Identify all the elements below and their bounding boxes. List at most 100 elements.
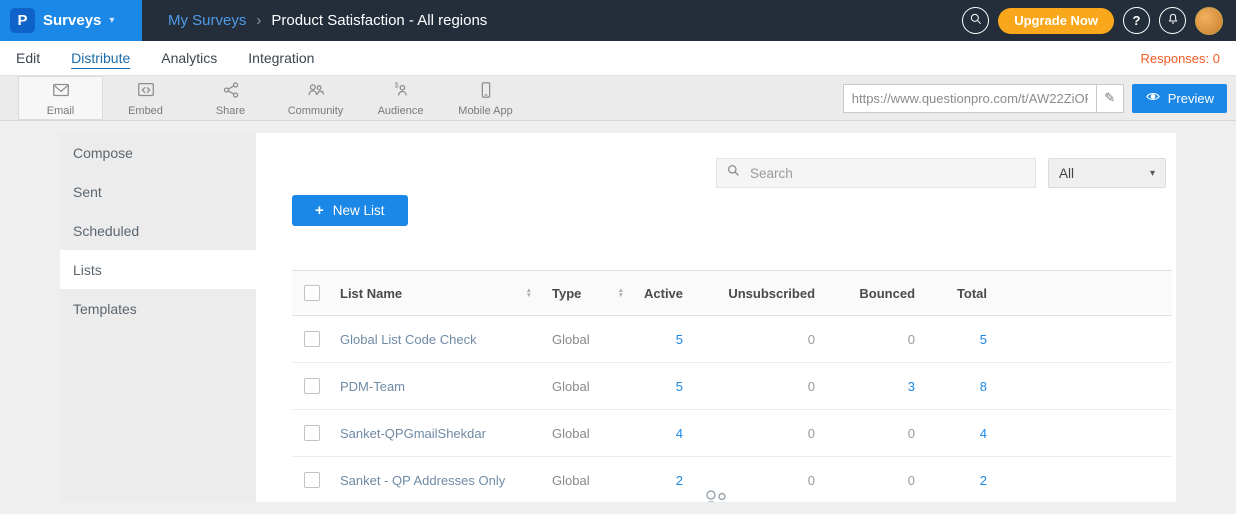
mobile-app-icon: [476, 80, 496, 103]
upgrade-now-button[interactable]: Upgrade Now: [998, 8, 1114, 34]
lists-panel: All ▾ + New List List Name ▲▼: [256, 133, 1176, 502]
list-search-input[interactable]: [748, 165, 1025, 182]
preview-button[interactable]: Preview: [1132, 84, 1227, 113]
new-list-button[interactable]: + New List: [292, 195, 408, 226]
user-avatar[interactable]: [1195, 7, 1223, 35]
total-count[interactable]: 8: [925, 363, 997, 410]
product-name: Surveys: [43, 12, 101, 29]
total-count[interactable]: 5: [925, 316, 997, 363]
select-all-checkbox[interactable]: [304, 285, 320, 301]
active-count[interactable]: 5: [634, 363, 693, 410]
list-name-link[interactable]: Sanket - QP Addresses Only: [332, 457, 542, 503]
chevron-down-icon: ▾: [109, 15, 114, 26]
chevron-down-icon: ▾: [1150, 168, 1155, 179]
filter-value: All: [1059, 166, 1074, 181]
sidebar-item-lists[interactable]: Lists: [60, 250, 256, 289]
survey-nav: Edit Distribute Analytics Integration Re…: [0, 41, 1236, 76]
sort-type-icon[interactable]: ▲▼: [618, 288, 624, 298]
bounced-count: 0: [825, 316, 925, 363]
total-count[interactable]: 2: [925, 457, 997, 503]
search-button[interactable]: [962, 7, 989, 34]
sidebar-item-sent[interactable]: Sent: [60, 172, 256, 211]
survey-url-box: ✎: [843, 84, 1124, 113]
bounced-count[interactable]: 3: [825, 363, 925, 410]
product-switcher[interactable]: P Surveys ▾: [0, 0, 142, 41]
tool-audience[interactable]: $ Audience: [358, 76, 443, 120]
list-search-box: [716, 158, 1036, 188]
lists-table: List Name ▲▼ Type ▲▼ Active Unsubscribed…: [292, 270, 1172, 502]
embed-icon: [136, 80, 156, 103]
top-header: P Surveys ▾ My Surveys › Product Satisfa…: [0, 0, 1236, 41]
questionpro-logo: P: [10, 8, 35, 33]
list-filters: All ▾: [256, 133, 1176, 188]
edit-url-button[interactable]: ✎: [1096, 85, 1123, 112]
tool-mobile-app[interactable]: Mobile App: [443, 76, 528, 120]
breadcrumb-separator: ›: [256, 12, 261, 29]
eye-icon: [1145, 90, 1161, 106]
active-count[interactable]: 5: [634, 316, 693, 363]
tool-embed[interactable]: Embed: [103, 76, 188, 120]
help-icon: ?: [1133, 13, 1141, 28]
breadcrumb: My Surveys › Product Satisfaction - All …: [168, 12, 487, 29]
col-header-active: Active: [634, 271, 693, 316]
contacts-group-icon: [701, 488, 731, 502]
row-checkbox[interactable]: [304, 331, 320, 347]
col-header-unsubscribed: Unsubscribed: [693, 271, 825, 316]
list-name-link[interactable]: Sanket-QPGmailShekdar: [332, 410, 542, 457]
list-name-link[interactable]: Global List Code Check: [332, 316, 542, 363]
table-row: PDM-Team Global 5 0 3 8: [292, 363, 1172, 410]
tab-analytics[interactable]: Analytics: [161, 50, 217, 66]
tool-community[interactable]: Community: [273, 76, 358, 120]
sidebar-item-scheduled[interactable]: Scheduled: [60, 211, 256, 250]
table-header-row: List Name ▲▼ Type ▲▼ Active Unsubscribed…: [292, 271, 1172, 316]
table-row: Global List Code Check Global 5 0 0 5: [292, 316, 1172, 363]
survey-title: Product Satisfaction - All regions: [271, 12, 487, 29]
active-count[interactable]: 4: [634, 410, 693, 457]
col-header-bounced: Bounced: [825, 271, 925, 316]
pencil-icon: ✎: [1104, 90, 1115, 106]
table-row: Sanket - QP Addresses Only Global 2 0 0 …: [292, 457, 1172, 503]
sort-list-name-icon[interactable]: ▲▼: [526, 288, 532, 298]
total-count[interactable]: 4: [925, 410, 997, 457]
tool-email[interactable]: Email: [18, 76, 103, 120]
list-type: Global: [542, 457, 634, 503]
community-icon: [306, 80, 326, 103]
header-actions: Upgrade Now ?: [962, 7, 1236, 35]
bounced-count: 0: [825, 410, 925, 457]
notifications-button[interactable]: [1159, 7, 1186, 34]
plus-icon: +: [315, 202, 324, 219]
unsubscribed-count: 0: [693, 363, 825, 410]
svg-text:$: $: [394, 80, 398, 89]
email-icon: [51, 80, 71, 103]
col-header-total: Total: [925, 271, 997, 316]
survey-url-input[interactable]: [844, 91, 1096, 106]
tab-integration[interactable]: Integration: [248, 50, 314, 66]
sidebar-item-templates[interactable]: Templates: [60, 289, 256, 328]
toolbar-right: ✎ Preview: [843, 76, 1236, 120]
tool-share[interactable]: Share: [188, 76, 273, 120]
sidebar-item-compose[interactable]: Compose: [60, 133, 256, 172]
list-type-filter[interactable]: All ▾: [1048, 158, 1166, 188]
active-count[interactable]: 2: [634, 457, 693, 503]
list-name-link[interactable]: PDM-Team: [332, 363, 542, 410]
main-content: Compose Sent Scheduled Lists Templates A…: [60, 133, 1176, 502]
search-icon: [969, 12, 983, 29]
bounced-count: 0: [825, 457, 925, 503]
list-type: Global: [542, 316, 634, 363]
distribute-toolbar: Email Embed Share Community $ Audience M…: [0, 76, 1236, 121]
bell-icon: [1166, 12, 1180, 29]
breadcrumb-my-surveys[interactable]: My Surveys: [168, 12, 246, 29]
row-checkbox[interactable]: [304, 425, 320, 441]
share-icon: [221, 80, 241, 103]
row-checkbox[interactable]: [304, 472, 320, 488]
col-header-list-name: List Name: [340, 286, 402, 301]
help-button[interactable]: ?: [1123, 7, 1150, 34]
row-checkbox[interactable]: [304, 378, 320, 394]
unsubscribed-count: 0: [693, 316, 825, 363]
email-sidebar: Compose Sent Scheduled Lists Templates: [60, 133, 256, 502]
unsubscribed-count: 0: [693, 410, 825, 457]
tab-edit[interactable]: Edit: [16, 50, 40, 66]
list-type: Global: [542, 410, 634, 457]
list-type: Global: [542, 363, 634, 410]
tab-distribute[interactable]: Distribute: [71, 50, 130, 66]
